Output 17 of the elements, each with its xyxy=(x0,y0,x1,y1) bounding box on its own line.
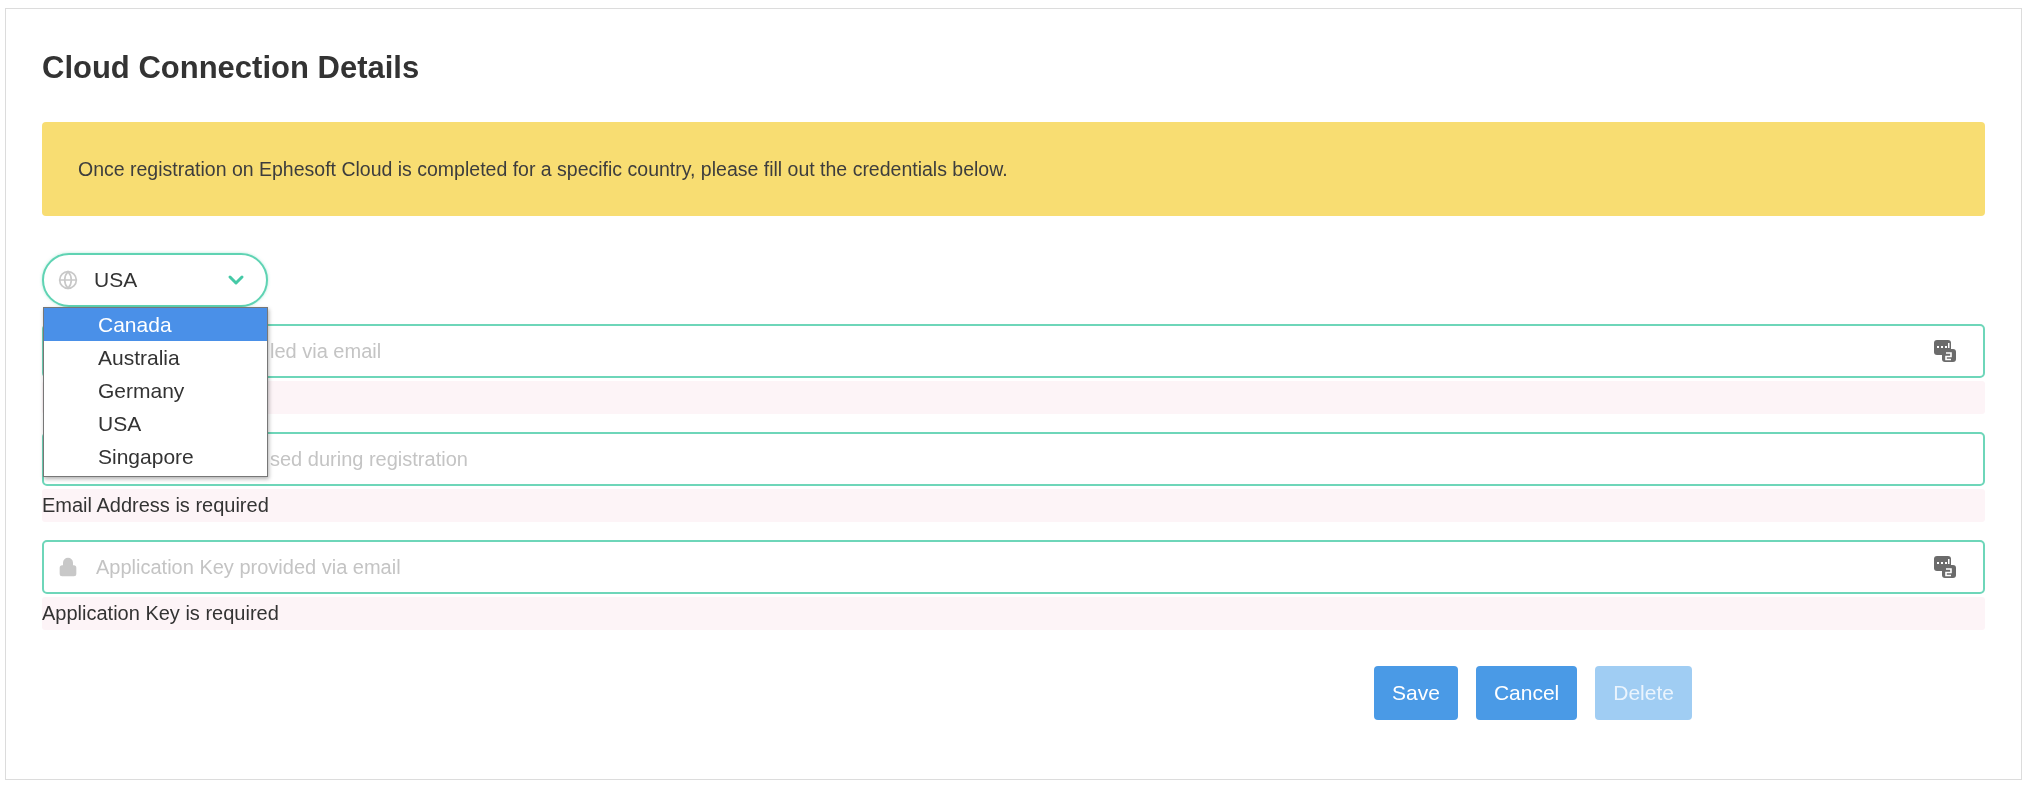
error-message: Email Address is required xyxy=(42,494,269,517)
input-field[interactable]: sed during registration xyxy=(268,446,1957,472)
keypad-icon[interactable] xyxy=(1933,555,1957,579)
country-option[interactable]: Singapore xyxy=(44,440,267,473)
country-select[interactable]: USA xyxy=(42,253,268,307)
input-field[interactable]: led via email xyxy=(268,338,1917,364)
text-field[interactable]: Application Key provided via email xyxy=(42,540,1985,594)
error-message: Application Key is required xyxy=(42,602,279,625)
notice-text: Once registration on Ephesoft Cloud is completed for a specific country, please fill out the credentials below. xyxy=(78,157,1008,181)
country-option[interactable]: USA xyxy=(44,407,267,440)
page-title: Cloud Connection Details xyxy=(42,49,421,87)
lock-icon xyxy=(58,557,78,577)
keypad-icon[interactable] xyxy=(1933,339,1957,363)
input-field[interactable]: Application Key provided via email xyxy=(94,554,1917,580)
country-option[interactable]: Australia xyxy=(44,341,267,374)
country-option[interactable]: Germany xyxy=(44,374,267,407)
globe-icon xyxy=(58,270,78,290)
